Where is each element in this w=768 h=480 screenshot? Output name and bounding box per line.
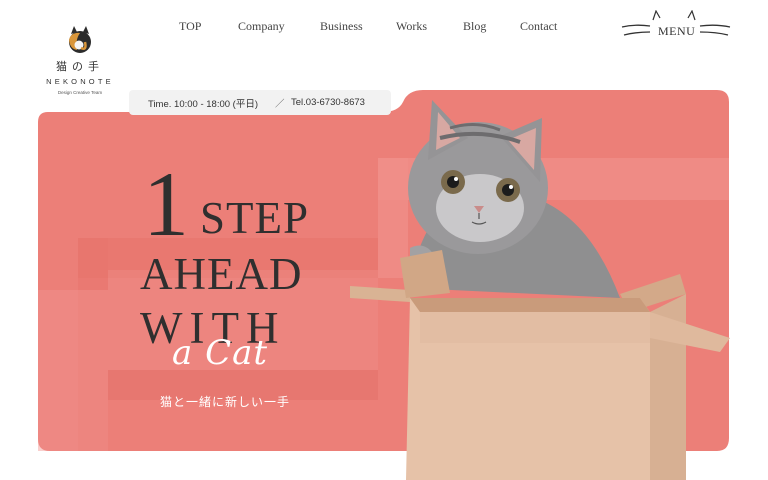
cat-logo-icon — [69, 26, 91, 53]
nav-link-company[interactable]: Company — [238, 19, 285, 34]
headline-number: 1 — [143, 153, 189, 255]
headline-script: a Cat — [172, 333, 269, 373]
menu-label: MENU — [658, 24, 696, 38]
logo-name-en: NEKONOTE — [46, 77, 114, 86]
menu-button[interactable]: MENU — [620, 10, 732, 44]
hero-subtitle: 猫と一緒に新しい一手 — [160, 395, 291, 409]
logo-name-jp: 猫の手 — [56, 60, 104, 73]
nav-link-top[interactable]: TOP — [179, 19, 201, 34]
nav-link-works[interactable]: Works — [396, 19, 427, 34]
business-hours: Time. 10:00 - 18:00 (平日) — [148, 98, 258, 110]
headline-line-1: STEP — [200, 193, 310, 243]
nav-link-business[interactable]: Business — [320, 19, 363, 34]
nav-link-blog[interactable]: Blog — [463, 19, 486, 34]
cat-in-box-image — [350, 100, 730, 480]
site-logo[interactable]: 猫の手 NEKONOTE Design Creative Team — [40, 18, 120, 95]
headline-line-2: AHEAD — [140, 249, 303, 299]
info-separator: ／ — [275, 98, 285, 110]
nav-link-contact[interactable]: Contact — [520, 19, 557, 34]
